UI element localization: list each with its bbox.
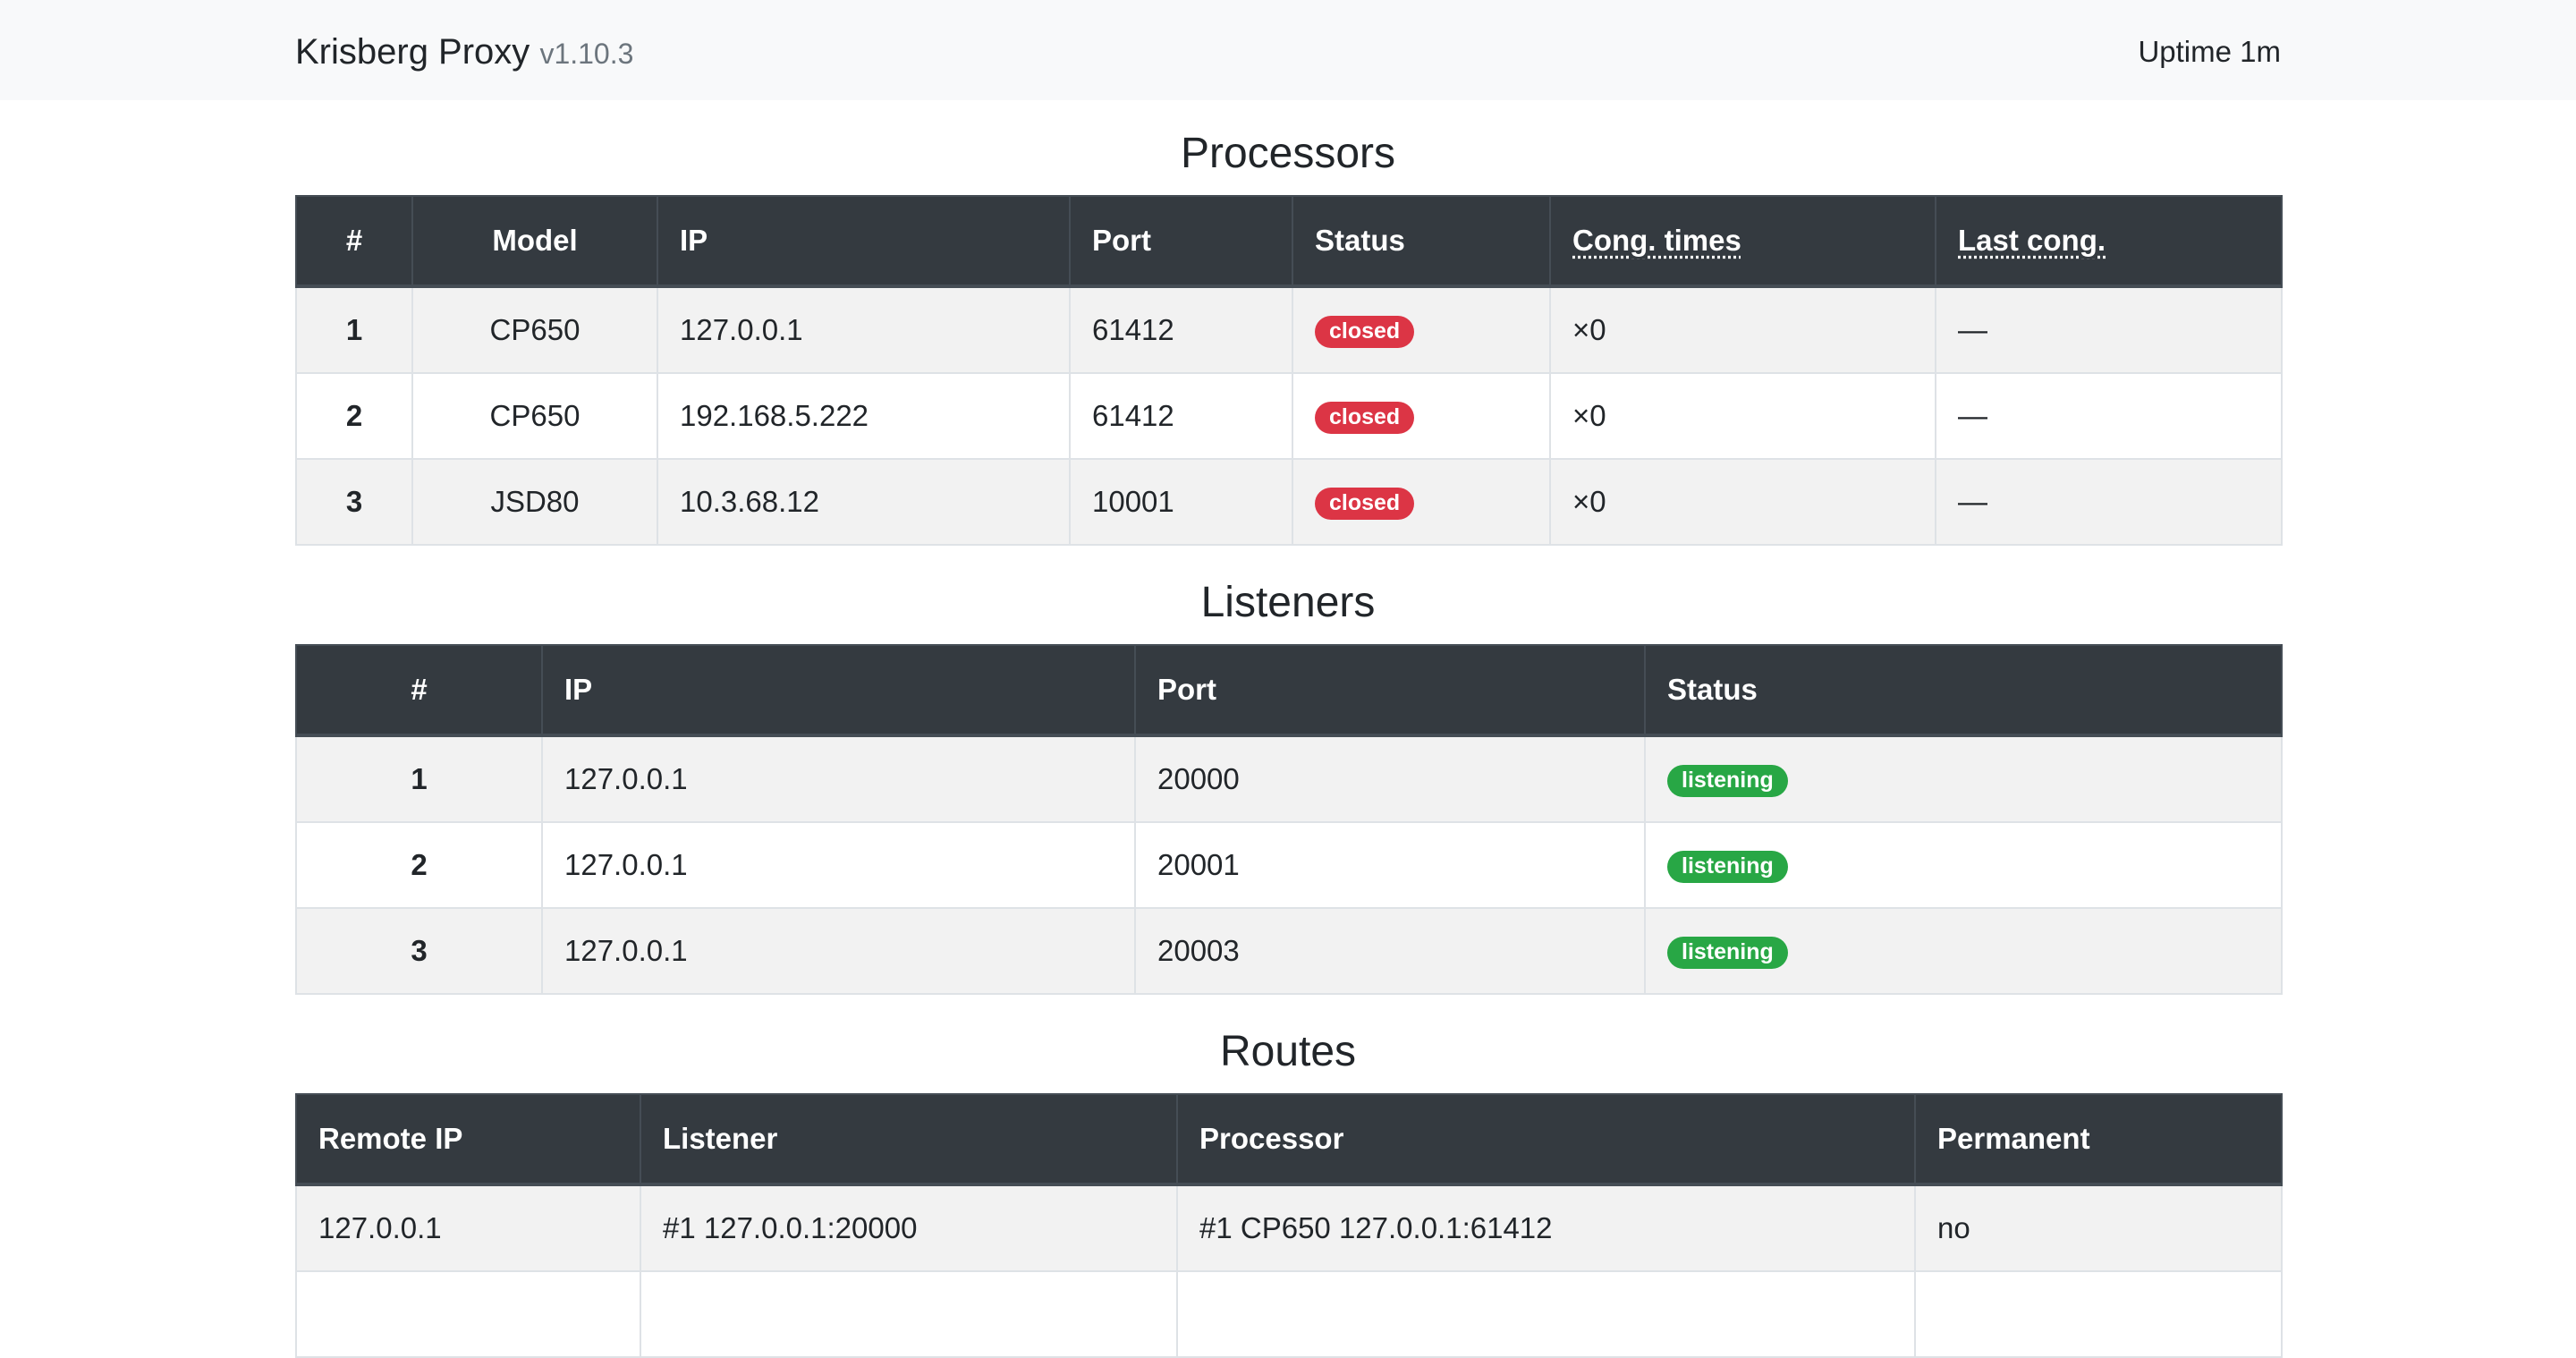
table-row: 2 CP650 192.168.5.222 61412 closed ×0 — [295, 372, 2283, 460]
listener-num: 2 [295, 821, 543, 909]
processor-last-cong: — [1935, 372, 2283, 460]
table-row: 2 127.0.0.1 20001 listening [295, 821, 2283, 909]
routes-title: Routes [1219, 1028, 1357, 1075]
col-header-ip: IP [541, 644, 1136, 737]
routes-table: Remote IP Listener Processor Permanent 1… [295, 1093, 2283, 1358]
status-badge: closed [1315, 487, 1415, 520]
table-row [295, 1270, 2283, 1358]
listener-ip: 127.0.0.1 [541, 734, 1136, 823]
version-label: v1.10.3 [539, 38, 634, 70]
processor-port: 61412 [1069, 285, 1293, 374]
processor-ip: 10.3.68.12 [657, 458, 1071, 546]
col-header-listener: Listener [640, 1093, 1178, 1186]
col-header-remote-ip: Remote IP [295, 1093, 641, 1186]
processor-port: 10001 [1069, 458, 1293, 546]
table-row: 127.0.0.1 #1 127.0.0.1:20000 #1 CP650 12… [295, 1184, 2283, 1272]
route-empty-cell [295, 1270, 641, 1358]
listeners-table: # IP Port Status 1 127.0.0.1 20000 liste… [295, 644, 2283, 995]
uptime-text: Uptime 1m [2138, 35, 2281, 68]
listener-status-cell: listening [1644, 734, 2283, 823]
status-badge: closed [1315, 401, 1415, 434]
processor-status-cell: closed [1292, 372, 1551, 460]
status-badge: listening [1667, 850, 1788, 883]
processors-title: Processors [1180, 130, 1396, 177]
processor-num: 3 [295, 458, 413, 546]
listener-ip: 127.0.0.1 [541, 907, 1136, 995]
brand-name[interactable]: Krisberg Proxy [295, 32, 530, 72]
listener-status-cell: listening [1644, 821, 2283, 909]
col-header-permanent: Permanent [1914, 1093, 2283, 1186]
processor-status-cell: closed [1292, 458, 1551, 546]
processor-last-cong: — [1935, 285, 2283, 374]
route-empty-cell [640, 1270, 1178, 1358]
processor-model: CP650 [411, 285, 658, 374]
col-header-processor: Processor [1176, 1093, 1916, 1186]
col-header-port: Port [1134, 644, 1646, 737]
col-header-num: # [295, 195, 413, 288]
processor-port: 61412 [1069, 372, 1293, 460]
listeners-title: Listeners [1200, 579, 1376, 626]
col-header-cong-times: Cong. times [1549, 195, 1936, 288]
route-processor: #1 CP650 127.0.0.1:61412 [1176, 1184, 1916, 1272]
last-cong-abbr[interactable]: Last cong. [1958, 224, 2106, 257]
listener-num: 1 [295, 734, 543, 823]
routes-header-row: Remote IP Listener Processor Permanent [295, 1093, 2283, 1186]
processor-status-cell: closed [1292, 285, 1551, 374]
listener-status-cell: listening [1644, 907, 2283, 995]
table-row: 3 127.0.0.1 20003 listening [295, 907, 2283, 995]
brand[interactable]: Krisberg Proxy v1.10.3 [295, 27, 633, 79]
status-badge: closed [1315, 315, 1415, 348]
processor-num: 1 [295, 285, 413, 374]
table-row: 3 JSD80 10.3.68.12 10001 closed ×0 — [295, 458, 2283, 546]
route-listener: #1 127.0.0.1:20000 [640, 1184, 1178, 1272]
col-header-port: Port [1069, 195, 1293, 288]
listener-num: 3 [295, 907, 543, 995]
processor-last-cong: — [1935, 458, 2283, 546]
col-header-last-cong: Last cong. [1935, 195, 2283, 288]
route-permanent: no [1914, 1184, 2283, 1272]
listener-port: 20000 [1134, 734, 1646, 823]
processor-cong-times: ×0 [1549, 458, 1936, 546]
col-header-model: Model [411, 195, 658, 288]
col-header-num: # [295, 644, 543, 737]
listener-port: 20001 [1134, 821, 1646, 909]
processor-model: JSD80 [411, 458, 658, 546]
status-badge: listening [1667, 764, 1788, 797]
navbar: Krisberg Proxy v1.10.3 Uptime 1m [0, 0, 2576, 100]
status-badge: listening [1667, 936, 1788, 969]
processors-table: # Model IP Port Status Cong. times Last … [295, 195, 2283, 546]
listener-port: 20003 [1134, 907, 1646, 995]
listener-ip: 127.0.0.1 [541, 821, 1136, 909]
processor-cong-times: ×0 [1549, 372, 1936, 460]
col-header-status: Status [1292, 195, 1551, 288]
listeners-header-row: # IP Port Status [295, 644, 2283, 737]
processor-ip: 127.0.0.1 [657, 285, 1071, 374]
processors-header-row: # Model IP Port Status Cong. times Last … [295, 195, 2283, 288]
route-empty-cell [1176, 1270, 1916, 1358]
cong-times-abbr[interactable]: Cong. times [1572, 224, 1741, 257]
processor-num: 2 [295, 372, 413, 460]
table-row: 1 CP650 127.0.0.1 61412 closed ×0 — [295, 285, 2283, 374]
route-remote-ip: 127.0.0.1 [295, 1184, 641, 1272]
processor-ip: 192.168.5.222 [657, 372, 1071, 460]
processor-model: CP650 [411, 372, 658, 460]
table-row: 1 127.0.0.1 20000 listening [295, 734, 2283, 823]
col-header-status: Status [1644, 644, 2283, 737]
processor-cong-times: ×0 [1549, 285, 1936, 374]
route-empty-cell [1914, 1270, 2283, 1358]
col-header-ip: IP [657, 195, 1071, 288]
